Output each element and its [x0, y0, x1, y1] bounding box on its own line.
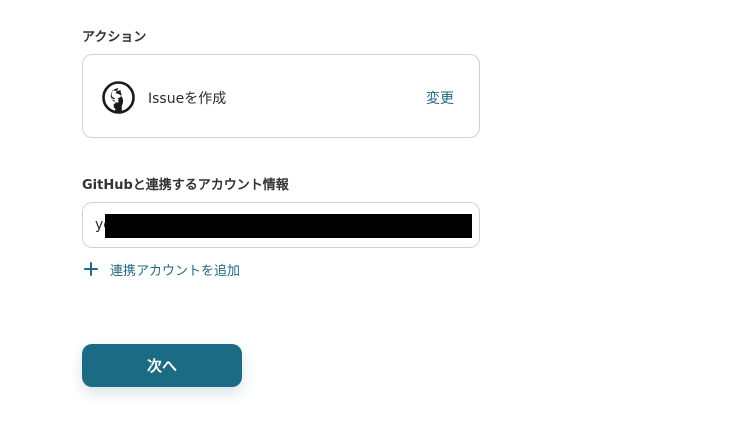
next-button[interactable]: 次へ [82, 344, 242, 387]
add-account-link[interactable]: 連携アカウントを追加 [83, 258, 240, 280]
add-account-label: 連携アカウントを追加 [110, 263, 241, 279]
action-card: Issueを作成 変更 [82, 54, 480, 138]
action-name: Issueを作成 [148, 91, 227, 107]
github-icon [102, 81, 135, 114]
change-action-link[interactable]: 変更 [426, 88, 454, 108]
redaction-block [105, 214, 472, 238]
account-select-field[interactable]: yo [82, 202, 480, 248]
account-section-label: GitHubと連携するアカウント情報 [82, 178, 289, 193]
plus-icon [83, 261, 99, 277]
action-section-label: アクション [82, 30, 147, 45]
